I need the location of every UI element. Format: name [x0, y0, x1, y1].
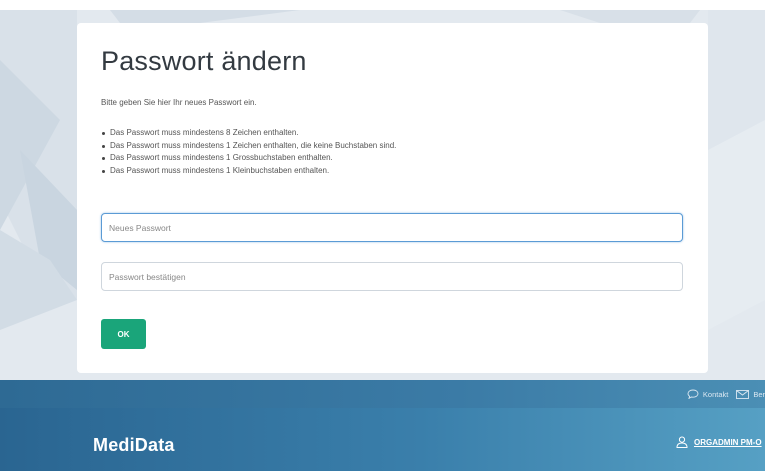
user-menu[interactable]: ORGADMIN PM-O	[676, 436, 762, 448]
password-rule: Das Passwort muss mindestens 1 Grossbuch…	[101, 152, 396, 165]
password-rule: Das Passwort muss mindestens 1 Kleinbuch…	[101, 165, 396, 178]
user-icon	[676, 436, 688, 448]
new-password-input[interactable]	[101, 213, 683, 242]
confirm-password-input[interactable]	[101, 262, 683, 291]
brand-logo-text: MediData	[93, 435, 175, 455]
password-change-card: Passwort ändern Bitte geben Sie hier Ihr…	[77, 23, 708, 373]
top-white-band	[0, 0, 765, 10]
contact-link[interactable]: Kontakt	[687, 389, 728, 399]
ok-button[interactable]: OK	[101, 319, 146, 349]
intro-text: Bitte geben Sie hier Ihr neues Passwort …	[101, 98, 257, 107]
page-title: Passwort ändern	[101, 46, 307, 76]
password-rule: Das Passwort muss mindestens 8 Zeichen e…	[101, 127, 396, 140]
mail-icon	[736, 389, 750, 399]
password-rules-list: Das Passwort muss mindestens 8 Zeichen e…	[101, 127, 396, 177]
password-rule: Das Passwort muss mindestens 1 Zeichen e…	[101, 140, 396, 153]
user-menu-label: ORGADMIN PM-O	[694, 437, 762, 447]
contact-link-label: Kontakt	[702, 389, 729, 399]
footer-links: Kontakt Ber	[683, 380, 765, 408]
footer-brand-bar: MediData ORGADMIN PM-O	[0, 408, 765, 471]
mail-link-label: Ber	[753, 389, 765, 399]
chat-bubble-icon	[687, 389, 699, 399]
footer-utility-bar: Kontakt Ber	[0, 380, 765, 408]
mail-link[interactable]: Ber	[736, 390, 765, 399]
